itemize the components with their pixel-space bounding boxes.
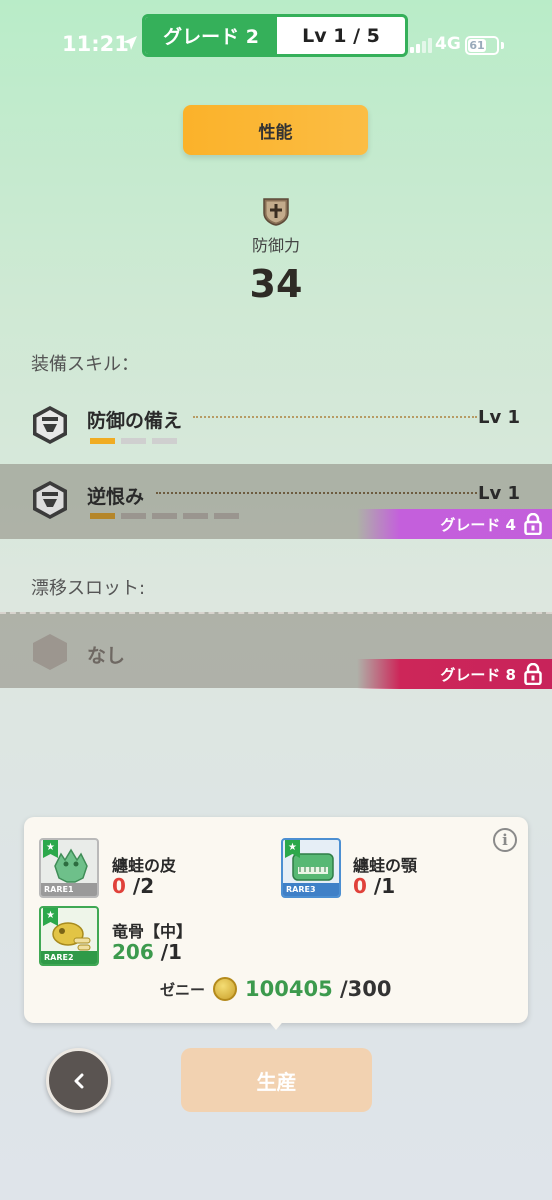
skill-progress-segment [152, 438, 177, 444]
skill-row[interactable]: 防御の備え Lv 1 [0, 390, 552, 460]
grade-level-indicator: グレード 2 Lv 1 / 5 [142, 14, 408, 57]
slot-heading: 漂移スロット: [31, 578, 146, 599]
material-tile[interactable]: ★ RARE3 [281, 838, 341, 898]
material-count: 0 /1 [353, 874, 396, 898]
skill-badge-icon [33, 406, 67, 444]
skill-progress-segment [214, 513, 239, 519]
skill-progress-segment [183, 513, 208, 519]
skill-name: 防御の備え [87, 410, 183, 432]
skill-progress [90, 438, 177, 444]
rarity-label: RARE3 [283, 883, 339, 896]
locked-slot-row[interactable]: なし グレード 8 [0, 612, 552, 689]
skill-level: Lv 1 [478, 407, 520, 428]
battery-level: 61 [468, 39, 486, 52]
defense-label: 防御力 [251, 236, 300, 255]
material-tile[interactable]: ★ RARE1 [39, 838, 99, 898]
status-time: 11:21 [62, 32, 129, 56]
skill-progress-segment [121, 438, 146, 444]
grade-label: グレード 2 [145, 17, 277, 54]
empty-slot-icon [33, 634, 67, 670]
chevron-left-icon [74, 1073, 83, 1088]
skill-progress-segment [152, 513, 177, 519]
zeny-coin-icon [213, 977, 238, 1001]
skill-progress-segment [121, 513, 146, 519]
lock-icon [524, 663, 542, 685]
defense-value: 34 [249, 262, 303, 306]
material-tile[interactable]: ★ RARE2 [39, 906, 99, 966]
network-label: 4G [435, 34, 461, 54]
material-count: 206 /1 [112, 940, 182, 964]
slot-value: なし [87, 645, 126, 667]
zeny-cost: ゼニー 100405 /300 [160, 977, 392, 1001]
material-name: 纏蛙の顎 [353, 856, 418, 875]
locked-skill-row[interactable]: 逆恨み Lv 1 グレード 4 [0, 464, 552, 539]
produce-button[interactable]: 生産 [181, 1048, 372, 1112]
skill-progress-segment [90, 513, 115, 519]
signal-icon [410, 38, 432, 53]
lock-icon [524, 513, 542, 535]
info-icon[interactable]: i [493, 828, 517, 852]
skill-name: 逆恨み [87, 486, 145, 508]
skill-level: Lv 1 [478, 483, 520, 504]
rarity-label: RARE2 [41, 951, 97, 964]
skill-progress [90, 513, 239, 519]
skill-progress-segment [90, 438, 115, 444]
zeny-need: /300 [340, 977, 392, 1001]
grade-lock-tag: グレード 8 [357, 659, 552, 689]
lock-grade-label: グレード 4 [440, 515, 516, 534]
equipment-skills-heading: 装備スキル： [31, 354, 139, 375]
rarity-label: RARE1 [41, 883, 97, 896]
back-button[interactable] [46, 1048, 111, 1113]
shield-plus-icon [263, 198, 289, 226]
location-arrow-icon [123, 36, 137, 50]
skill-badge-icon [33, 481, 67, 519]
level-label: Lv 1 / 5 [302, 24, 380, 47]
zeny-label: ゼニー [160, 980, 206, 999]
material-name: 竜骨【中】 [112, 922, 193, 941]
battery-icon: 61 [465, 36, 499, 55]
material-count: 0 /2 [112, 874, 155, 898]
lock-grade-label: グレード 8 [440, 665, 516, 684]
zeny-have: 100405 [245, 977, 333, 1001]
tab-performance[interactable]: 性能 [183, 105, 368, 155]
material-name: 纏蛙の皮 [112, 856, 177, 875]
grade-lock-tag: グレード 4 [357, 509, 552, 539]
